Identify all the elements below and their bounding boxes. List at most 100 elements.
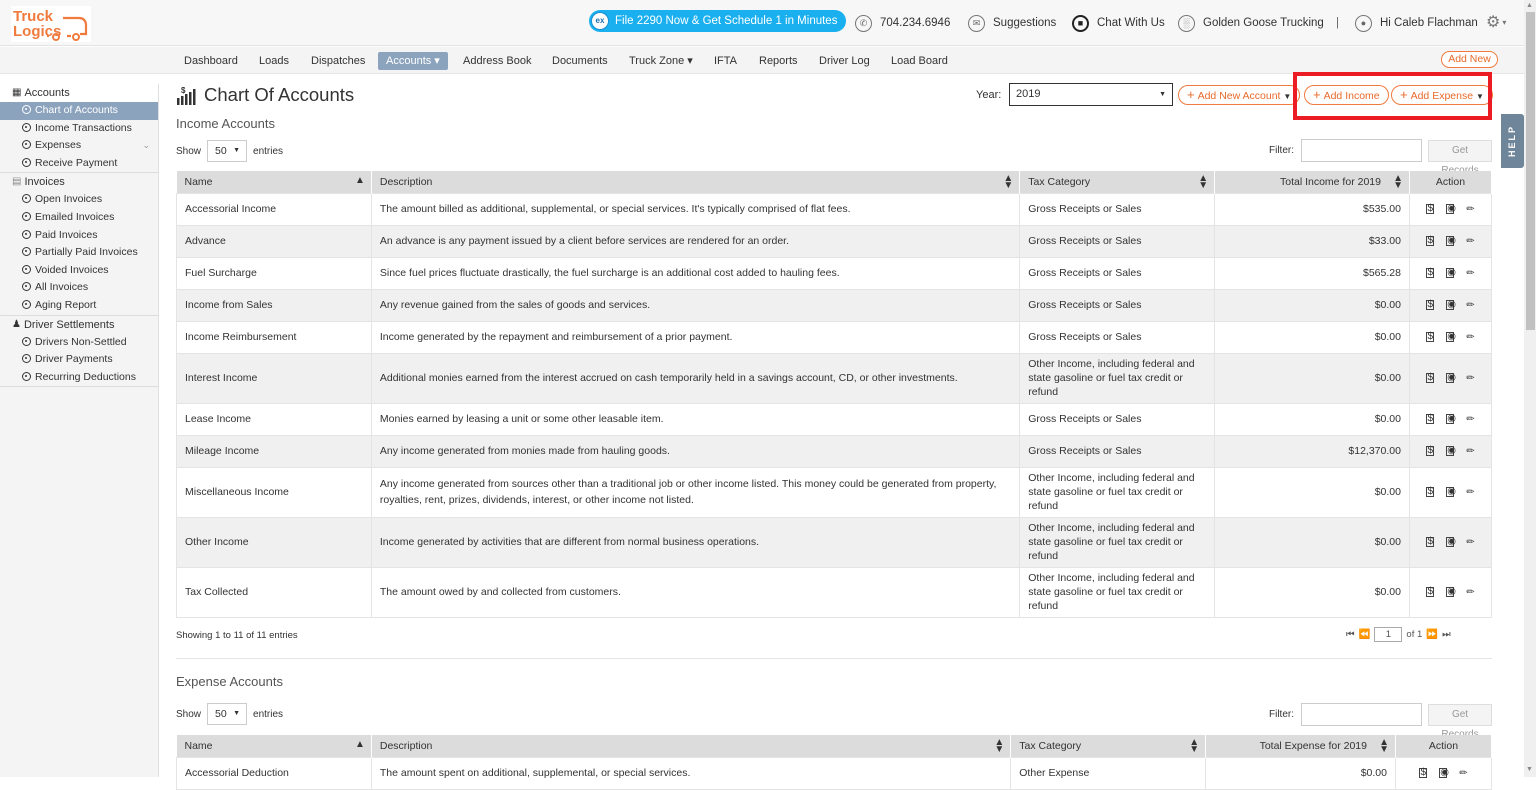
nav-dashboard[interactable]: Dashboard: [184, 52, 238, 70]
income-get-records-button[interactable]: Get Records: [1428, 139, 1492, 176]
nav-ifta[interactable]: IFTA: [714, 52, 737, 70]
separator-text: |: [1336, 17, 1339, 29]
scrollbar-thumb[interactable]: [1526, 12, 1535, 330]
column-header-tax-category[interactable]: Tax Category ▲ ▼: [1010, 735, 1207, 757]
chat-link[interactable]: ■ Chat With Us: [1072, 13, 1165, 33]
income-entries-select[interactable]: 50 ▼: [207, 140, 248, 162]
settings-menu[interactable]: ⚙ ▾: [1486, 12, 1506, 32]
view-document-icon[interactable]: ◉: [1446, 587, 1456, 597]
sidebar-item-emailed-invoices[interactable]: Emailed Invoices: [0, 209, 158, 227]
sidebar-section-invoices[interactable]: ▤ Invoices: [0, 173, 158, 191]
year-select[interactable]: 2019 ▼: [1009, 83, 1173, 106]
column-header-name[interactable]: Name ▲: [176, 735, 372, 757]
nav-accounts[interactable]: Accounts ▾: [378, 52, 448, 70]
invoice-dollar-icon[interactable]: $: [1426, 300, 1435, 310]
view-document-icon[interactable]: ◉: [1446, 236, 1456, 246]
edit-pencil-icon[interactable]: ✏: [1466, 204, 1474, 215]
user-menu[interactable]: ● Hi Caleb Flachman: [1355, 13, 1478, 33]
scroll-down-arrow-icon[interactable]: ▼: [1526, 766, 1533, 773]
expense-get-records-button[interactable]: Get Records: [1428, 703, 1492, 740]
sidebar-item-driver-payments[interactable]: Driver Payments: [0, 351, 158, 369]
sidebar-item-all-invoices[interactable]: All Invoices: [0, 279, 158, 297]
nav-dispatches[interactable]: Dispatches: [311, 52, 365, 70]
column-header-total-expense[interactable]: Total Expense for 2019 ▲ ▼: [1205, 735, 1396, 757]
sidebar-item-aging-report[interactable]: Aging Report: [0, 297, 158, 315]
sidebar-section-accounts[interactable]: ▦ Accounts: [0, 84, 158, 102]
page-number-input[interactable]: 1: [1374, 627, 1403, 642]
last-page-icon[interactable]: ⏭: [1442, 629, 1451, 640]
invoice-dollar-icon[interactable]: $: [1426, 332, 1435, 342]
sidebar-item-open-invoices[interactable]: Open Invoices: [0, 191, 158, 209]
sidebar-section-driver-settlements[interactable]: ♟ Driver Settlements: [0, 316, 158, 334]
edit-pencil-icon[interactable]: ✏: [1466, 300, 1474, 311]
expense-entries-select[interactable]: 50 ▼: [207, 703, 248, 725]
sidebar-item-drivers-non-settled[interactable]: Drivers Non-Settled: [0, 334, 158, 352]
sidebar-item-chart-of-accounts[interactable]: Chart of Accounts: [0, 102, 158, 120]
sidebar-item-label: Drivers Non-Settled: [35, 335, 127, 348]
expense-filter-input[interactable]: [1301, 703, 1422, 726]
view-document-icon[interactable]: ◉: [1446, 487, 1456, 497]
sidebar-item-expenses[interactable]: Expenses ⌄: [0, 137, 158, 155]
column-header-description[interactable]: Description ▲ ▼: [371, 171, 1021, 193]
help-tab[interactable]: HELP: [1501, 114, 1524, 168]
edit-pencil-icon[interactable]: ✏: [1466, 414, 1474, 425]
invoice-dollar-icon[interactable]: $: [1426, 204, 1435, 214]
truck-logics-logo[interactable]: Truck Logics: [11, 6, 91, 42]
invoice-dollar-icon[interactable]: $: [1426, 373, 1435, 383]
add-new-account-button[interactable]: + Add New Account ▼: [1178, 85, 1301, 105]
column-header-description[interactable]: Description ▲ ▼: [371, 735, 1012, 757]
view-document-icon[interactable]: ◉: [1446, 300, 1456, 310]
view-document-icon[interactable]: ◉: [1446, 332, 1456, 342]
view-document-icon[interactable]: ◉: [1446, 537, 1456, 547]
income-filter-input[interactable]: [1301, 139, 1422, 162]
first-page-icon[interactable]: ⏮: [1346, 629, 1355, 640]
view-document-icon[interactable]: ◉: [1446, 414, 1456, 424]
add-new-button[interactable]: Add New: [1441, 51, 1498, 68]
invoice-dollar-icon[interactable]: $: [1426, 487, 1435, 497]
sidebar-item-paid-invoices[interactable]: Paid Invoices: [0, 227, 158, 245]
edit-pencil-icon[interactable]: ✏: [1466, 537, 1474, 548]
edit-pencil-icon[interactable]: ✏: [1466, 587, 1474, 598]
sort-both-icon: ▲ ▼: [994, 737, 1005, 755]
file-2290-promo-button[interactable]: ex File 2290 Now & Get Schedule 1 in Min…: [589, 10, 847, 32]
sort-asc-icon: ▲: [354, 175, 365, 186]
nav-loads[interactable]: Loads: [259, 52, 289, 70]
phone-link[interactable]: ✆ 704.234.6946: [855, 13, 950, 33]
view-document-icon[interactable]: ◉: [1446, 446, 1456, 456]
sidebar-item-income-transactions[interactable]: Income Transactions: [0, 120, 158, 138]
company-link[interactable]: ░ Golden Goose Trucking: [1178, 13, 1324, 33]
nav-driver-log[interactable]: Driver Log: [819, 52, 870, 70]
edit-pencil-icon[interactable]: ✏: [1466, 332, 1474, 343]
view-document-icon[interactable]: ◉: [1446, 268, 1456, 278]
column-header-tax-category[interactable]: Tax Category ▲ ▼: [1019, 171, 1216, 193]
sidebar-item-recurring-deductions[interactable]: Recurring Deductions: [0, 369, 158, 387]
invoice-dollar-icon[interactable]: $: [1426, 236, 1435, 246]
nav-address-book[interactable]: Address Book: [463, 52, 531, 70]
invoice-dollar-icon[interactable]: $: [1426, 414, 1435, 424]
invoice-dollar-icon[interactable]: $: [1426, 587, 1435, 597]
column-header-total-income[interactable]: Total Income for 2019 ▲ ▼: [1214, 171, 1410, 193]
view-document-icon[interactable]: ◉: [1446, 373, 1456, 383]
suggestions-link[interactable]: ✉ Suggestions: [968, 13, 1056, 33]
prev-page-icon[interactable]: ⏪: [1359, 629, 1371, 640]
sidebar-item-voided-invoices[interactable]: Voided Invoices: [0, 262, 158, 280]
nav-truck-zone[interactable]: Truck Zone ▾: [629, 52, 693, 70]
next-page-icon[interactable]: ⏩: [1426, 629, 1438, 640]
nav-documents[interactable]: Documents: [552, 52, 608, 70]
edit-pencil-icon[interactable]: ✏: [1466, 446, 1474, 457]
edit-pencil-icon[interactable]: ✏: [1466, 268, 1474, 279]
sidebar-item-partially-paid-invoices[interactable]: Partially Paid Invoices: [0, 244, 158, 262]
invoice-dollar-icon[interactable]: $: [1426, 537, 1435, 547]
scroll-up-arrow-icon[interactable]: ▲: [1526, 2, 1533, 9]
nav-load-board[interactable]: Load Board: [891, 52, 948, 70]
invoice-dollar-icon[interactable]: $: [1426, 446, 1435, 456]
column-header-name[interactable]: Name ▲: [176, 171, 372, 193]
table-row: Accessorial Income The amount billed as a…: [176, 192, 1493, 226]
view-document-icon[interactable]: ◉: [1446, 204, 1456, 214]
edit-pencil-icon[interactable]: ✏: [1466, 373, 1474, 384]
sidebar-item-receive-payment[interactable]: Receive Payment: [0, 155, 158, 173]
edit-pencil-icon[interactable]: ✏: [1466, 236, 1474, 247]
nav-reports[interactable]: Reports: [759, 52, 798, 70]
invoice-dollar-icon[interactable]: $: [1426, 268, 1435, 278]
edit-pencil-icon[interactable]: ✏: [1466, 487, 1474, 498]
